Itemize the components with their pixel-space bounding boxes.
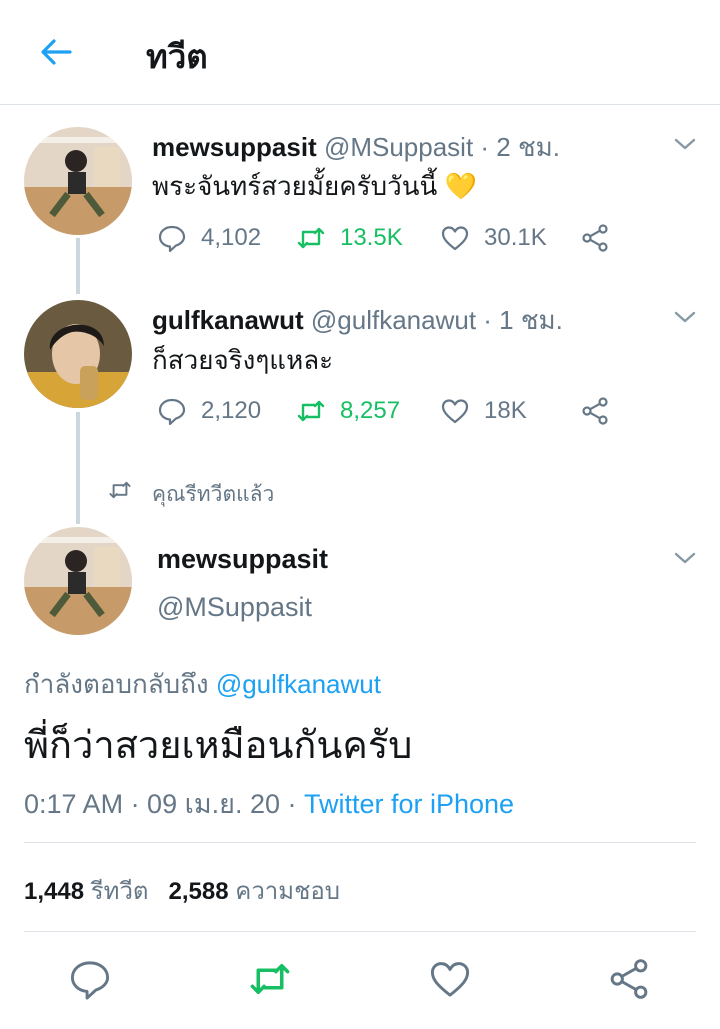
share-icon bbox=[610, 959, 648, 999]
thread-line bbox=[76, 238, 80, 294]
author-name[interactable]: gulfkanawut bbox=[152, 305, 304, 335]
like-count: 18K bbox=[484, 397, 527, 424]
back-button[interactable] bbox=[36, 32, 76, 72]
retweets-stat-label: รีทวีต bbox=[84, 878, 149, 905]
tweet-header: mewsuppasit @MSuppasit · 2 ชม. bbox=[152, 127, 560, 168]
retweets-stat-count: 1,448 bbox=[24, 878, 85, 905]
retweet-icon bbox=[250, 964, 290, 994]
retweet-button[interactable]: 13.5K bbox=[296, 221, 403, 255]
reply-button[interactable] bbox=[68, 957, 112, 1001]
tweet-time: · 2 ชม. bbox=[473, 132, 560, 162]
likes-stat-count: 2,588 bbox=[168, 878, 229, 905]
main-tweet-text: พี่ก็ว่าสวยเหมือนกันครับ bbox=[24, 725, 413, 767]
avatar[interactable] bbox=[24, 127, 132, 235]
like-count: 30.1K bbox=[484, 224, 547, 251]
share-icon bbox=[582, 397, 608, 425]
tweet-text: ก็สวยจริงๆแหละ bbox=[152, 345, 334, 375]
reply-to-line: กำลังตอบกลับถึง @gulfkanawut bbox=[24, 664, 381, 705]
tweet-menu-button[interactable] bbox=[673, 546, 697, 570]
avatar-image bbox=[24, 527, 132, 635]
share-button[interactable] bbox=[580, 394, 624, 428]
retweet-icon bbox=[297, 400, 325, 422]
retweet-count: 8,257 bbox=[340, 397, 401, 424]
page-title: ทวีต bbox=[146, 38, 208, 75]
heart-icon bbox=[430, 962, 470, 997]
tweet-stats: 1,448 รีทวีต 2,588 ความชอบ bbox=[24, 871, 340, 910]
top-bar bbox=[0, 0, 720, 105]
tweet-menu-button[interactable] bbox=[673, 305, 697, 329]
retweet-count: 13.5K bbox=[340, 224, 403, 251]
heart-icon bbox=[441, 399, 469, 424]
retweet-context-label: คุณรีทวีตแล้ว bbox=[152, 483, 275, 506]
like-button[interactable] bbox=[428, 957, 472, 1001]
reply-to-link[interactable]: @gulfkanawut bbox=[216, 669, 381, 699]
chevron-down-icon bbox=[674, 552, 696, 564]
thread-line bbox=[76, 412, 80, 524]
chevron-down-icon bbox=[674, 138, 696, 150]
arrow-left-icon bbox=[41, 39, 72, 65]
reply-icon bbox=[158, 225, 186, 253]
author-handle[interactable]: @MSuppasit bbox=[157, 592, 312, 623]
reply-icon bbox=[158, 398, 186, 426]
reply-icon bbox=[70, 961, 110, 1000]
avatar[interactable] bbox=[24, 527, 132, 635]
tweet-timestamp: 0:17 AM · 09 เม.ย. 20 · bbox=[24, 789, 304, 819]
like-button[interactable]: 18K bbox=[440, 394, 527, 428]
author-name[interactable]: mewsuppasit bbox=[152, 132, 317, 162]
tweet-meta: 0:17 AM · 09 เม.ย. 20 · Twitter for iPho… bbox=[24, 782, 514, 825]
share-button[interactable] bbox=[607, 957, 651, 1001]
likes-stat-label: ความชอบ bbox=[228, 878, 341, 905]
retweet-icon bbox=[297, 227, 325, 249]
retweet-context-icon bbox=[108, 478, 132, 502]
reply-to-prefix: กำลังตอบกลับถึง bbox=[24, 669, 216, 699]
reply-count: 2,120 bbox=[201, 397, 262, 424]
author-handle[interactable]: @gulfkanawut bbox=[311, 305, 476, 335]
divider bbox=[24, 931, 696, 932]
retweet-button[interactable]: 8,257 bbox=[296, 394, 400, 428]
tweet-time: · 1 ชม. bbox=[476, 305, 563, 335]
tweet-menu-button[interactable] bbox=[673, 132, 697, 156]
tweet-header: gulfkanawut @gulfkanawut · 1 ชม. bbox=[152, 300, 563, 341]
author-handle[interactable]: @MSuppasit bbox=[324, 132, 473, 162]
reply-count: 4,102 bbox=[201, 224, 262, 251]
avatar-image bbox=[24, 300, 132, 408]
like-button[interactable]: 30.1K bbox=[440, 221, 547, 255]
likes-stat[interactable]: 2,588 ความชอบ bbox=[169, 878, 341, 905]
tweet-text: พระจันทร์สวยมั้ยครับวันนี้ 💛 bbox=[152, 171, 477, 201]
avatar-image bbox=[24, 127, 132, 235]
retweets-stat[interactable]: 1,448 รีทวีต bbox=[24, 878, 149, 905]
chevron-down-icon bbox=[674, 311, 696, 323]
reply-button[interactable]: 4,102 bbox=[157, 221, 261, 255]
heart-icon bbox=[441, 226, 469, 251]
share-icon bbox=[582, 224, 608, 252]
share-button[interactable] bbox=[580, 221, 624, 255]
divider bbox=[24, 842, 696, 843]
retweet-button[interactable] bbox=[248, 957, 292, 1001]
author-name[interactable]: mewsuppasit bbox=[157, 544, 328, 575]
reply-button[interactable]: 2,120 bbox=[157, 394, 261, 428]
avatar[interactable] bbox=[24, 300, 132, 408]
tweet-source-link[interactable]: Twitter for iPhone bbox=[304, 789, 514, 819]
